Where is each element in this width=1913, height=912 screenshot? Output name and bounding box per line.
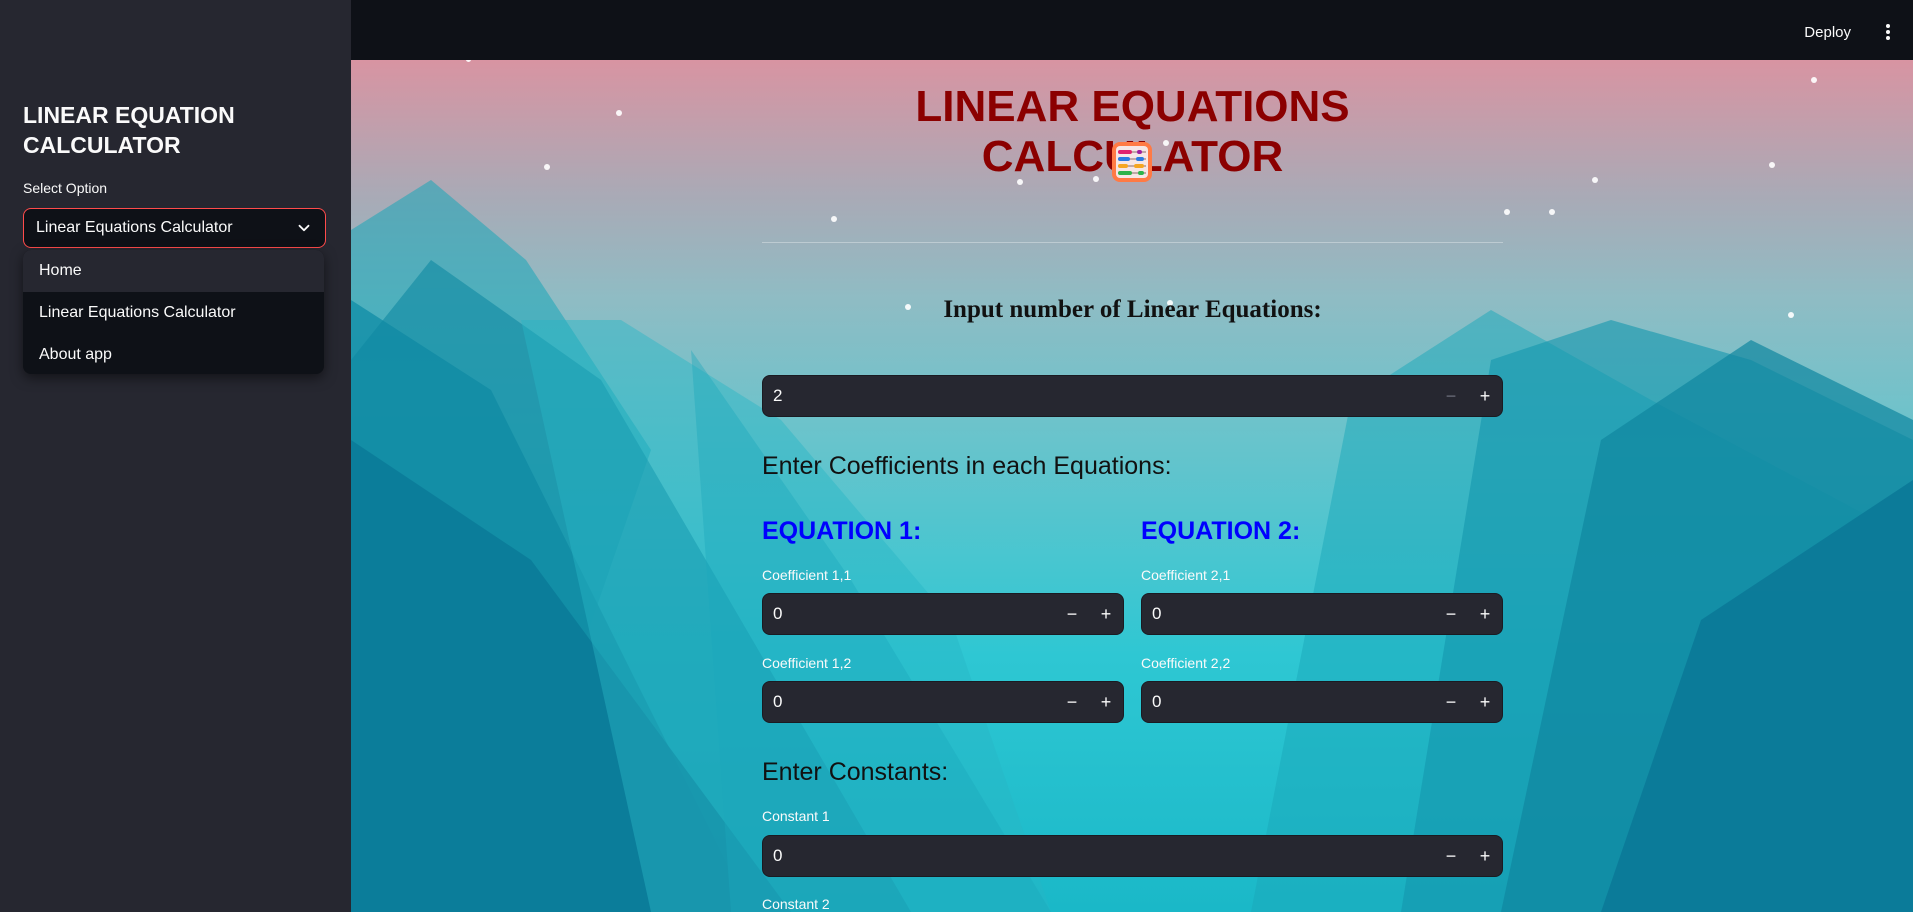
decrement-button[interactable]: − [1055, 682, 1089, 722]
dropdown-item-home[interactable]: Home [23, 250, 324, 292]
divider [762, 242, 1503, 243]
main-area: LINEAR EQUATIONS CALCULATOR Input number… [351, 60, 1913, 912]
coefficient-label: Coefficient 1,2 [762, 655, 852, 671]
snow-dot [1788, 312, 1794, 318]
option-select-value: Linear Equations Calculator [36, 219, 233, 236]
constant-value[interactable]: 0 [763, 846, 1434, 866]
snow-dot [1504, 209, 1510, 215]
sidebar: LINEAR EQUATION CALCULATOR Select Option… [0, 0, 351, 912]
option-dropdown: Home Linear Equations Calculator About a… [23, 250, 324, 374]
equation-1-heading: EQUATION 1: [762, 517, 922, 545]
decrement-button[interactable]: − [1434, 836, 1468, 876]
snow-dot [1592, 177, 1598, 183]
coefficient-label: Coefficient 2,2 [1141, 655, 1231, 671]
coefficient-value[interactable]: 0 [1142, 604, 1434, 624]
deploy-button[interactable]: Deploy [1804, 24, 1851, 41]
increment-button[interactable]: + [1468, 594, 1502, 634]
input-count-heading: Input number of Linear Equations: [943, 296, 1322, 323]
snow-dot [1549, 209, 1555, 215]
constant-label: Constant 2 [762, 896, 830, 912]
num-equations-value[interactable]: 2 [763, 386, 1434, 406]
select-label: Select Option [23, 180, 108, 196]
coefficient-value[interactable]: 0 [763, 604, 1055, 624]
equation-2-heading: EQUATION 2: [1141, 517, 1301, 545]
coefficient-label: Coefficient 2,1 [1141, 567, 1231, 583]
snow-dot [544, 164, 550, 170]
coefficient-1-1-input[interactable]: 0 − + [762, 593, 1124, 635]
snow-dot [831, 216, 837, 222]
constant-label: Constant 1 [762, 808, 830, 824]
increment-button[interactable]: + [1468, 836, 1502, 876]
coefficient-2-2-input[interactable]: 0 − + [1141, 681, 1503, 723]
decrement-button[interactable]: − [1434, 682, 1468, 722]
increment-button[interactable]: + [1468, 376, 1502, 416]
increment-button[interactable]: + [1468, 682, 1502, 722]
option-select[interactable]: Linear Equations Calculator [23, 208, 326, 248]
constants-heading: Enter Constants: [762, 758, 949, 786]
kebab-menu-icon[interactable] [1885, 24, 1891, 40]
coefficient-1-2-input[interactable]: 0 − + [762, 681, 1124, 723]
decrement-button[interactable]: − [1055, 594, 1089, 634]
snow-dot [616, 110, 622, 116]
sidebar-title: LINEAR EQUATION CALCULATOR [23, 102, 235, 158]
num-equations-input[interactable]: 2 − + [762, 375, 1503, 417]
coefficient-value[interactable]: 0 [763, 692, 1055, 712]
constant-1-input[interactable]: 0 − + [762, 835, 1503, 877]
abacus-icon [1112, 142, 1152, 182]
snow-dot [1811, 77, 1817, 83]
snow-dot [1769, 162, 1775, 168]
increment-button[interactable]: + [1089, 594, 1123, 634]
decrement-button[interactable]: − [1434, 594, 1468, 634]
coefficient-value[interactable]: 0 [1142, 692, 1434, 712]
decrement-button[interactable]: − [1434, 376, 1468, 416]
top-header: Deploy [351, 0, 1913, 60]
coefficients-heading: Enter Coefficients in each Equations: [762, 452, 1172, 480]
dropdown-item-linear-equations-calculator[interactable]: Linear Equations Calculator [23, 292, 324, 334]
chevron-down-icon [298, 224, 310, 232]
coefficient-label: Coefficient 1,1 [762, 567, 852, 583]
coefficient-2-1-input[interactable]: 0 − + [1141, 593, 1503, 635]
increment-button[interactable]: + [1089, 682, 1123, 722]
mountain-background [351, 180, 1913, 912]
dropdown-item-about-app[interactable]: About app [23, 334, 324, 374]
